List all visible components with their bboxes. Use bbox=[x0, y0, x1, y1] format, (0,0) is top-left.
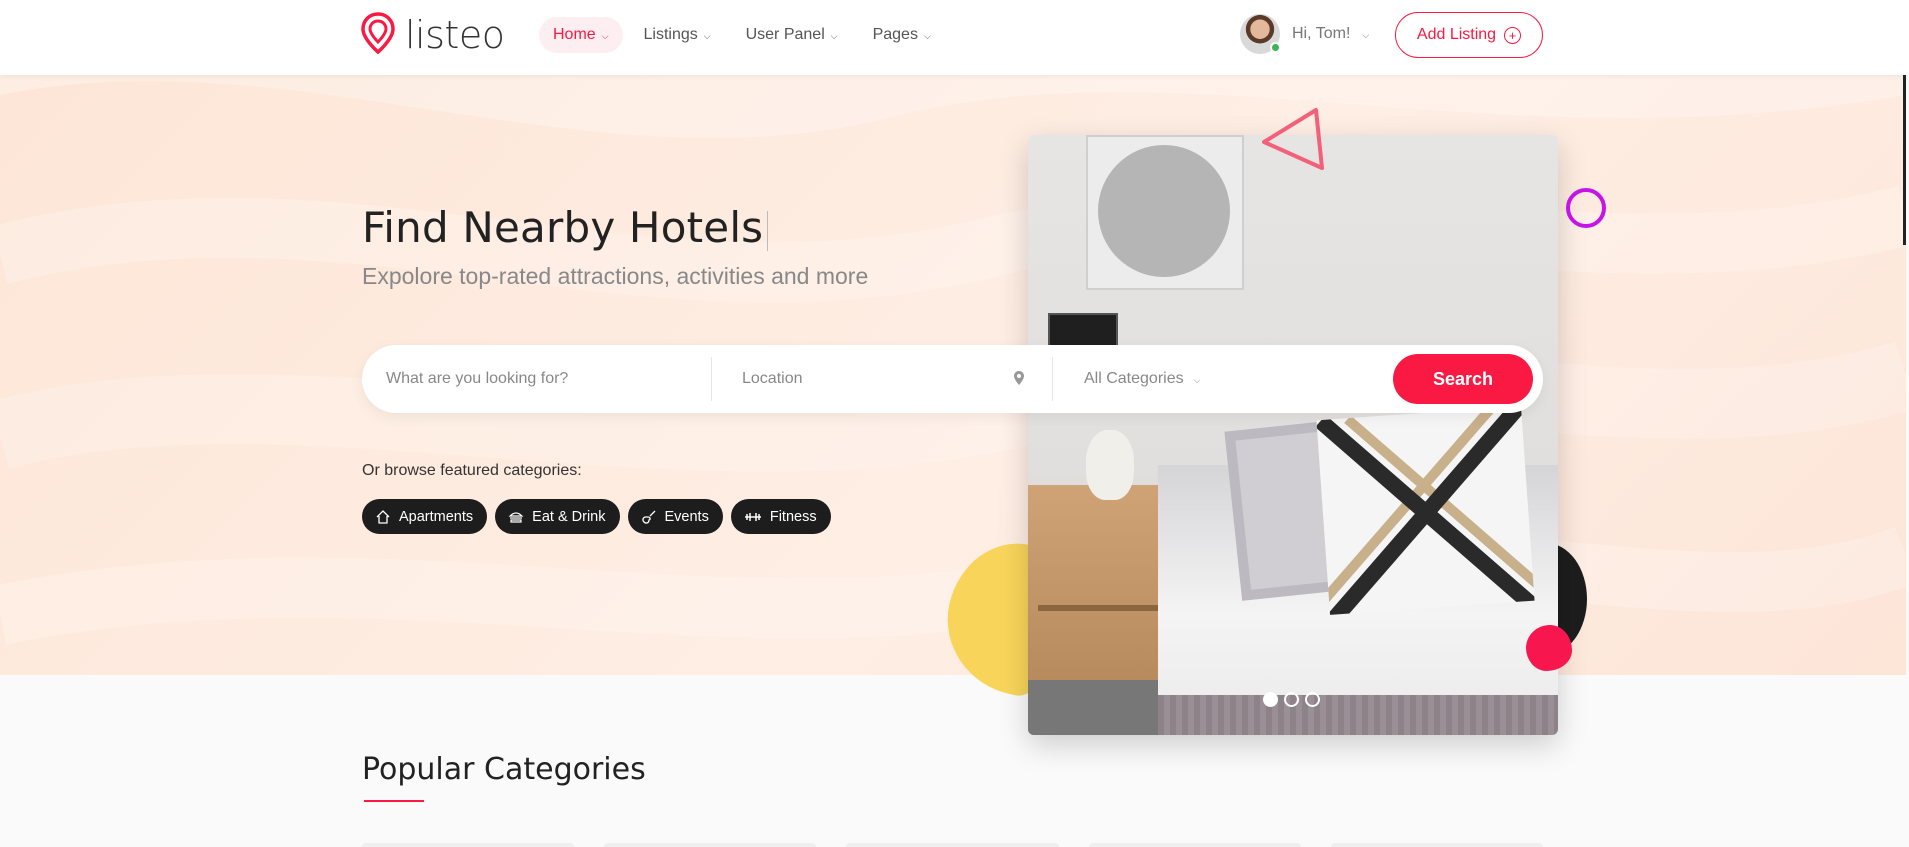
category-chip-apartments[interactable]: Apartments bbox=[362, 499, 488, 534]
nav-item-home[interactable]: Home ⌵ bbox=[539, 17, 623, 53]
search-divider bbox=[711, 357, 712, 401]
add-listing-button[interactable]: Add Listing + bbox=[1395, 12, 1543, 58]
nav-label: Pages bbox=[872, 26, 918, 43]
nav-label: Home bbox=[553, 26, 596, 43]
top-navbar: listeo Home ⌵ Listings ⌵ User Panel ⌵ Pa… bbox=[0, 0, 1909, 75]
knit-throw bbox=[1158, 695, 1558, 735]
category-chip-eat-drink[interactable]: Eat & Drink bbox=[495, 499, 620, 534]
nav-label: Listings bbox=[643, 26, 698, 43]
map-pin-logo-icon bbox=[361, 11, 395, 59]
category-card[interactable] bbox=[846, 843, 1059, 847]
nav-label: User Panel bbox=[745, 26, 825, 43]
search-button[interactable]: Search bbox=[1393, 354, 1533, 404]
hero-title-text: Find Nearby Hotels bbox=[362, 203, 764, 252]
chip-label: Events bbox=[664, 508, 709, 525]
featured-categories: Apartments Eat & Drink Events Fitness bbox=[362, 499, 831, 534]
wall-frame bbox=[1086, 135, 1244, 290]
wall-sign bbox=[1048, 313, 1118, 349]
search-bar: All Categories ⌵ Search bbox=[362, 345, 1543, 413]
chip-label: Eat & Drink bbox=[532, 508, 606, 525]
pink-triangle-shape bbox=[1262, 108, 1324, 170]
chip-label: Fitness bbox=[769, 508, 817, 525]
chevron-down-icon: ⌵ bbox=[1193, 374, 1201, 385]
main-nav: Home ⌵ Listings ⌵ User Panel ⌵ Pages ⌵ bbox=[539, 17, 952, 53]
search-what-input[interactable] bbox=[386, 345, 706, 413]
nav-item-pages[interactable]: Pages ⌵ bbox=[859, 17, 945, 53]
hero-title: Find Nearby Hotels bbox=[362, 203, 769, 252]
category-card[interactable] bbox=[604, 843, 817, 847]
user-greeting: Hi, Tom! bbox=[1292, 25, 1351, 42]
slider-dot-1[interactable] bbox=[1263, 692, 1278, 707]
category-cards-row bbox=[362, 843, 1544, 847]
chip-label: Apartments bbox=[399, 508, 474, 525]
nav-item-listings[interactable]: Listings ⌵ bbox=[630, 17, 725, 53]
slider-dots bbox=[1263, 692, 1320, 707]
plus-circle-icon: + bbox=[1504, 26, 1522, 44]
pink-blob-shape bbox=[1526, 625, 1572, 671]
category-card[interactable] bbox=[362, 843, 575, 847]
typing-caret bbox=[767, 210, 769, 251]
avatar bbox=[1240, 14, 1281, 54]
hero-slider-image bbox=[1028, 135, 1558, 735]
dumbbell-icon bbox=[744, 509, 762, 525]
logo-text: listeo bbox=[405, 13, 505, 57]
category-select-value: All Categories bbox=[1084, 370, 1184, 387]
featured-categories-label: Or browse featured categories: bbox=[362, 462, 582, 479]
section-title-underline bbox=[364, 800, 424, 802]
chevron-down-icon: ⌵ bbox=[703, 30, 711, 41]
category-select[interactable]: All Categories ⌵ bbox=[1084, 345, 1200, 413]
chevron-down-icon: ⌵ bbox=[923, 30, 931, 41]
hero-subtitle: Expolore top-rated attractions, activiti… bbox=[362, 263, 869, 289]
add-listing-label: Add Listing bbox=[1416, 26, 1497, 43]
slider-dot-3[interactable] bbox=[1305, 692, 1320, 707]
scrollbar-thumb[interactable] bbox=[1903, 75, 1906, 245]
slider-dot-2[interactable] bbox=[1284, 692, 1299, 707]
category-card[interactable] bbox=[1088, 843, 1301, 847]
patterned-pillow bbox=[1316, 406, 1535, 615]
food-icon bbox=[508, 509, 524, 525]
chevron-down-icon: ⌵ bbox=[1362, 29, 1370, 40]
decor-pineapple bbox=[1086, 430, 1134, 500]
nav-item-user-panel[interactable]: User Panel ⌵ bbox=[732, 17, 852, 53]
section-title: Popular Categories bbox=[362, 752, 646, 787]
location-input[interactable] bbox=[742, 345, 1042, 413]
chevron-down-icon: ⌵ bbox=[830, 30, 838, 41]
online-status-dot bbox=[1270, 42, 1281, 53]
user-menu[interactable]: Hi, Tom! ⌵ bbox=[1240, 14, 1369, 54]
category-card[interactable] bbox=[1330, 843, 1544, 847]
location-pin-icon[interactable] bbox=[1013, 370, 1025, 391]
chevron-down-icon: ⌵ bbox=[601, 30, 609, 41]
guitar-icon bbox=[641, 509, 657, 525]
home-icon bbox=[375, 509, 391, 525]
category-chip-events[interactable]: Events bbox=[627, 499, 723, 534]
logo[interactable]: listeo bbox=[361, 11, 505, 59]
purple-ring-shape bbox=[1566, 188, 1606, 228]
search-divider bbox=[1052, 357, 1053, 401]
category-chip-fitness[interactable]: Fitness bbox=[730, 499, 831, 534]
